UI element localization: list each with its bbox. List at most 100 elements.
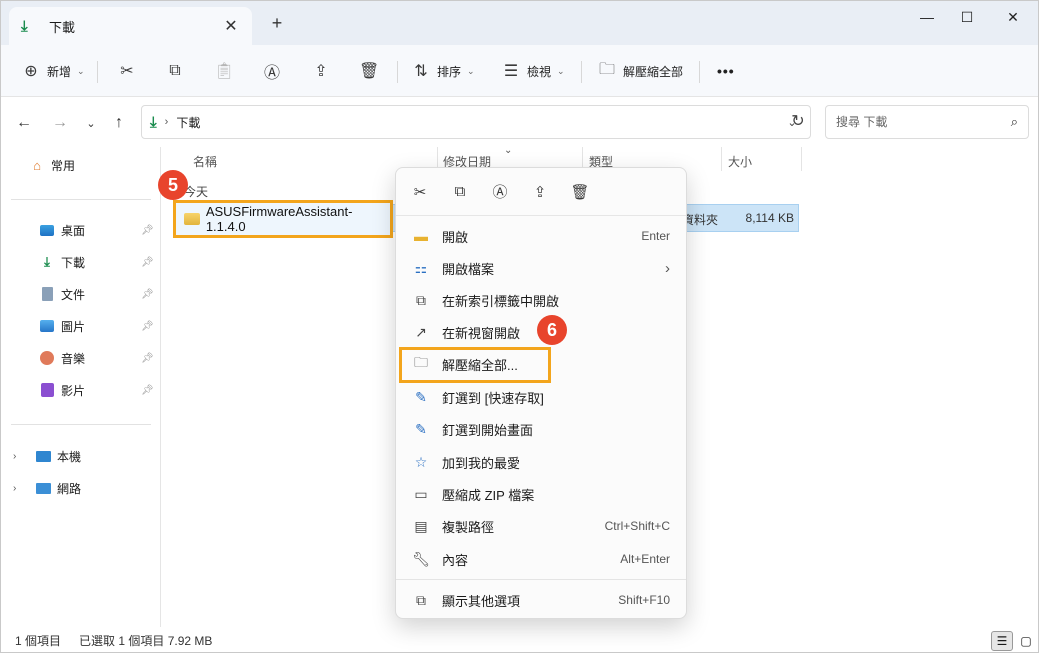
sidebar-item-label: 本機 [57, 449, 82, 464]
menu-item-pin-quick-access[interactable]: ✎ 釘選到 [快速存取] [400, 381, 684, 413]
new-button[interactable]: ⊕ 新增 ⌄ [21, 55, 84, 87]
rename-icon: Ⓐ [263, 65, 280, 82]
column-divider [721, 147, 722, 171]
menu-item-properties[interactable]: 🔧︎ 內容 Alt+Enter [400, 543, 684, 575]
forward-button[interactable]: → [48, 111, 72, 135]
trash-icon[interactable]: 🗑︎ [566, 178, 594, 206]
sidebar-item-label: 音樂 [61, 351, 86, 366]
column-header-size[interactable]: 大小 [728, 153, 752, 170]
back-button[interactable]: ← [12, 111, 36, 135]
computer-icon [35, 448, 51, 464]
search-icon: ⌕ [1010, 114, 1018, 129]
menu-item-label: 釘選到開始畫面 [442, 422, 534, 438]
sort-button[interactable]: ⇅ 排序 ⌄ [411, 55, 474, 87]
share-button[interactable]: ⇪ [311, 55, 331, 87]
rename-icon[interactable]: Ⓐ [486, 178, 514, 206]
menu-item-label: 內容 [442, 552, 469, 568]
recent-locations-button[interactable]: ⌄ [79, 111, 103, 135]
up-button[interactable]: ↑ [107, 111, 131, 135]
new-label: 新增 [47, 64, 72, 79]
file-name-cell[interactable]: ASUSFirmwareAssistant-1.1.4.0 [173, 200, 393, 238]
menu-item-label: 複製路徑 [442, 519, 495, 535]
view-button[interactable]: ☰ 檢視 ⌄ [501, 55, 565, 87]
wrench-icon: 🔧︎ [412, 550, 430, 567]
menu-item-open-new-tab[interactable]: ⧉ 在新索引標籤中開啟 [400, 284, 684, 316]
close-tab-icon[interactable]: ✕ [222, 16, 240, 36]
menu-item-label: 顯示其他選項 [442, 593, 521, 609]
search-input[interactable] [836, 115, 1011, 129]
file-explorer-window: ⤓ 下載 ✕ + — ☐ ✕ ⊕ 新增 ⌄ ✂ ⧉ 📋︎ Ⓐ ⇪ 🗑︎ ⇅ 排序… [0, 0, 1039, 653]
new-window-icon: ↗ [415, 323, 427, 340]
sidebar-item-network[interactable]: › 網路 [1, 474, 161, 502]
copy-button[interactable]: ⧉ [165, 55, 185, 87]
download-icon: ⤓ [44, 254, 50, 269]
sidebar-item-documents[interactable]: 文件 📌︎ [1, 280, 161, 308]
copy-path-icon: ▤ [414, 517, 428, 534]
share-icon[interactable]: ⇪ [526, 178, 554, 206]
menu-item-copy-path[interactable]: ▤ 複製路徑 Ctrl+Shift+C [400, 510, 684, 542]
pictures-icon [39, 318, 55, 334]
sidebar-item-downloads[interactable]: ⤓ 下載 📌︎ [1, 248, 161, 276]
navigation-pane: ⌂ 常用 桌面 📌︎ ⤓ 下載 📌︎ 文件 📌︎ 圖片 📌︎ 音樂 📌︎ 影片 … [1, 147, 161, 627]
delete-button[interactable]: 🗑︎ [359, 55, 379, 87]
arrow-right-icon: → [52, 114, 68, 131]
step-badge-5: 5 [158, 170, 188, 200]
menu-divider [396, 579, 686, 580]
maximize-button[interactable]: ☐ [944, 1, 990, 33]
sidebar-item-videos[interactable]: 影片 📌︎ [1, 376, 161, 404]
menu-item-more-options[interactable]: ⧉ 顯示其他選項 Shift+F10 [400, 584, 684, 616]
menu-item-shortcut: Enter [641, 229, 670, 243]
arrow-up-icon: ↑ [115, 114, 123, 131]
sidebar-item-label: 文件 [61, 287, 86, 302]
sidebar-item-music[interactable]: 音樂 📌︎ [1, 344, 161, 372]
details-view-button[interactable]: ☰ [991, 631, 1013, 651]
tiles-view-button[interactable]: ▢ [1015, 631, 1037, 651]
sidebar-item-this-pc[interactable]: › 本機 [1, 442, 161, 470]
paste-button[interactable]: 📋︎ [214, 55, 234, 87]
rename-button[interactable]: Ⓐ [262, 55, 282, 87]
address-bar[interactable]: ⤓ › 下載 ⌄ [141, 105, 811, 139]
extract-all-button[interactable]: 🗀 解壓縮全部 [597, 55, 683, 87]
column-header-name[interactable]: 名稱 [193, 153, 217, 170]
chevron-right-icon[interactable]: › [13, 483, 29, 494]
folder-icon: ▬ [414, 228, 428, 244]
pin-icon: 📌︎ [141, 224, 154, 236]
extract-all-highlight [399, 347, 551, 383]
pin-icon: 📌︎ [141, 384, 154, 396]
refresh-button[interactable]: ↻ [787, 111, 809, 131]
sort-icon: ⇅ [414, 63, 428, 80]
search-box[interactable]: ⌕ [825, 105, 1029, 139]
menu-item-open-with[interactable]: ⚏ 開啟檔案 › [400, 252, 684, 284]
menu-item-add-favorites[interactable]: ☆ 加到我的最愛 [400, 446, 684, 478]
tab-downloads[interactable]: ⤓ 下載 ✕ [9, 7, 252, 45]
sidebar-divider [11, 424, 151, 425]
sidebar-item-label: 網路 [57, 481, 82, 496]
music-icon [39, 350, 55, 366]
toolbar-divider [97, 61, 98, 83]
close-window-button[interactable]: ✕ [990, 1, 1036, 33]
tiles-view-icon: ▢ [1020, 634, 1032, 648]
toolbar-divider [699, 61, 700, 83]
new-tab-icon: ⧉ [416, 291, 426, 308]
title-bar: ⤓ 下載 ✕ + — ☐ ✕ [1, 1, 1038, 45]
new-tab-button[interactable]: + [265, 13, 289, 34]
menu-item-pin-start[interactable]: ✎ 釘選到開始畫面 [400, 413, 684, 445]
scissors-icon: ✂ [120, 63, 134, 80]
menu-item-label: 加到我的最愛 [442, 455, 521, 471]
copy-icon[interactable]: ⧉ [446, 178, 474, 206]
sidebar-item-desktop[interactable]: 桌面 📌︎ [1, 216, 161, 244]
cut-icon[interactable]: ✂ [406, 178, 434, 206]
sidebar-item-label: 桌面 [61, 223, 86, 238]
pin-icon: ✎ [415, 388, 427, 405]
sidebar-item-pictures[interactable]: 圖片 📌︎ [1, 312, 161, 340]
menu-item-compress-zip[interactable]: ▭ 壓縮成 ZIP 檔案 [400, 478, 684, 510]
home-icon: ⌂ [33, 157, 41, 173]
chevron-right-icon[interactable]: › [13, 451, 29, 462]
cut-button[interactable]: ✂ [117, 55, 137, 87]
more-options-button[interactable]: ••• [717, 55, 735, 87]
status-bar: 1 個項目 已選取 1 個項目 7.92 MB [1, 627, 1038, 652]
sidebar-divider [11, 199, 151, 200]
menu-item-open[interactable]: ▬ 開啟 Enter [400, 220, 684, 252]
menu-item-label: 釘選到 [快速存取] [442, 390, 544, 406]
sidebar-item-home[interactable]: ⌂ 常用 [1, 151, 161, 179]
